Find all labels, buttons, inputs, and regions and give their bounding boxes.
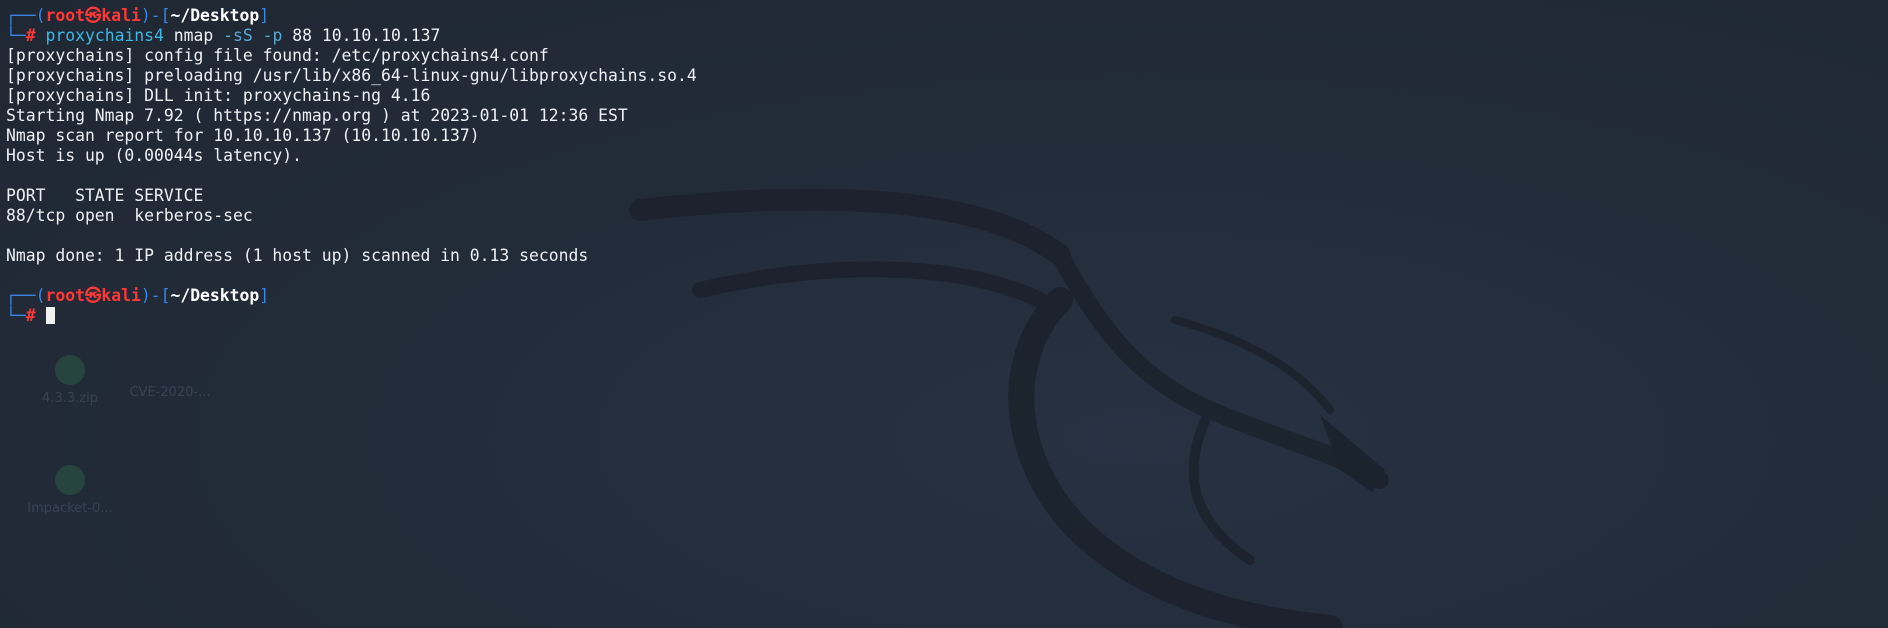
command-target: 10.10.10.137 bbox=[321, 26, 441, 45]
output-line: Starting Nmap 7.92 ( https://nmap.org ) … bbox=[6, 106, 628, 125]
prompt-frame-bottom: └─ bbox=[6, 26, 26, 45]
prompt-user: root bbox=[45, 6, 85, 25]
prompt-at-symbol: ㉿ bbox=[84, 6, 102, 25]
desktop-icon-label: 4.3.3.zip bbox=[42, 391, 98, 406]
prompt-separator: )-[ bbox=[140, 286, 171, 305]
prompt-header-line: ┌──(root㉿kali)-[~/Desktop] bbox=[6, 286, 697, 306]
desktop-icon-impacket[interactable]: Impacket-0... bbox=[0, 465, 140, 516]
prompt-host: kali bbox=[101, 6, 141, 25]
output-line: [proxychains] config file found: /etc/pr… bbox=[6, 46, 549, 65]
prompt-frame-top: ┌──( bbox=[6, 6, 46, 25]
prompt-bracket-close: ] bbox=[259, 286, 270, 305]
prompt-path: ~/Desktop bbox=[170, 286, 260, 305]
desktop-icon-cve[interactable]: CVE-2020-... bbox=[100, 385, 240, 400]
command-flag: -p bbox=[262, 26, 283, 45]
output-line: [proxychains] preloading /usr/lib/x86_64… bbox=[6, 66, 697, 85]
text-cursor[interactable] bbox=[45, 307, 55, 324]
prompt-symbol: # bbox=[25, 26, 36, 45]
output-line: Host is up (0.00044s latency). bbox=[6, 146, 303, 165]
prompt-frame-bottom: └─ bbox=[6, 306, 26, 325]
command-arg: nmap bbox=[173, 26, 214, 45]
prompt-separator: )-[ bbox=[140, 6, 171, 25]
prompt-header-line: ┌──(root㉿kali)-[~/Desktop] bbox=[6, 6, 697, 26]
prompt-bracket-close: ] bbox=[259, 6, 270, 25]
prompt-path: ~/Desktop bbox=[170, 6, 260, 25]
prompt-at-symbol: ㉿ bbox=[84, 286, 102, 305]
output-line: PORT STATE SERVICE bbox=[6, 186, 204, 205]
output-line: Nmap done: 1 IP address (1 host up) scan… bbox=[6, 246, 589, 265]
command-flag: -sS bbox=[223, 26, 253, 45]
terminal-window[interactable]: 4.3.3.zip CVE-2020-... Impacket-0... ┌──… bbox=[0, 0, 1888, 628]
prompt-frame-top: ┌──( bbox=[6, 286, 46, 305]
prompt-user: root bbox=[45, 286, 85, 305]
archive-icon bbox=[55, 465, 85, 495]
command-port: 88 bbox=[292, 26, 313, 45]
active-command-line[interactable]: └─# bbox=[6, 306, 697, 326]
output-line: 88/tcp open kerberos-sec bbox=[6, 206, 253, 225]
output-line: Nmap scan report for 10.10.10.137 (10.10… bbox=[6, 126, 480, 145]
terminal-output[interactable]: ┌──(root㉿kali)-[~/Desktop] └─# proxychai… bbox=[6, 6, 697, 326]
desktop-icon-label: Impacket-0... bbox=[27, 501, 113, 516]
prompt-symbol: # bbox=[25, 306, 36, 325]
command-program: proxychains4 bbox=[45, 26, 164, 45]
prompt-host: kali bbox=[101, 286, 141, 305]
desktop-icon-label: CVE-2020-... bbox=[129, 385, 211, 400]
archive-icon bbox=[55, 355, 85, 385]
output-line: [proxychains] DLL init: proxychains-ng 4… bbox=[6, 86, 431, 105]
command-line: └─# proxychains4 nmap -sS -p 88 10.10.10… bbox=[6, 26, 697, 46]
